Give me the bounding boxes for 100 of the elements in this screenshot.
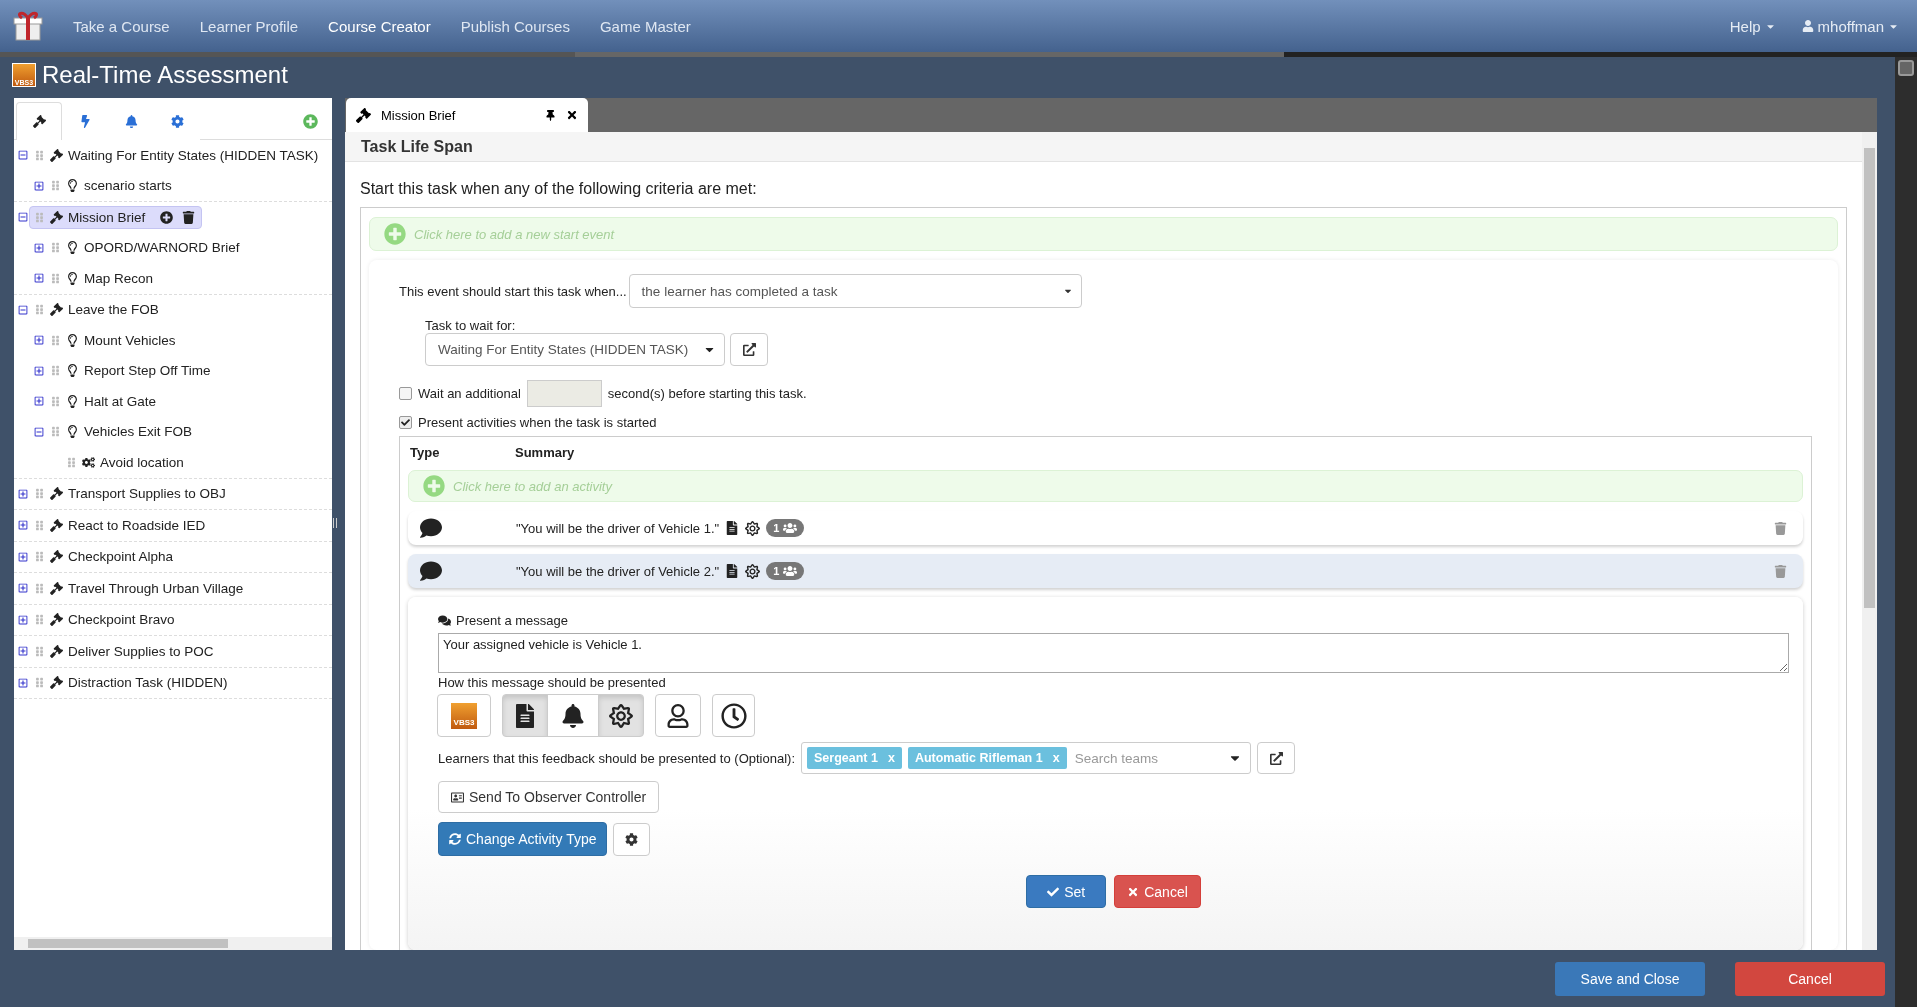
add-icon[interactable] — [160, 210, 174, 224]
collapse-icon[interactable] — [34, 426, 44, 437]
checkbox[interactable] — [399, 416, 412, 429]
drag-handle-icon[interactable] — [50, 272, 61, 284]
tree-item-label[interactable]: Checkpoint Alpha — [68, 549, 174, 565]
nav-link[interactable]: Learner Profile — [199, 17, 299, 35]
drag-handle-icon[interactable] — [34, 582, 45, 594]
expand-icon[interactable] — [18, 488, 28, 499]
pin-icon[interactable] — [545, 109, 556, 121]
tree-item-label[interactable]: scenario starts — [84, 178, 172, 194]
expand-icon[interactable] — [18, 551, 28, 562]
add-activity-text: Click here to add an activity — [453, 478, 612, 494]
gavel-icon — [50, 210, 63, 224]
drag-handle-icon[interactable] — [34, 211, 45, 223]
open-link-button[interactable] — [730, 333, 768, 366]
drag-handle-icon[interactable] — [34, 304, 45, 316]
expand-icon[interactable] — [18, 646, 28, 657]
drag-handle-icon[interactable] — [50, 395, 61, 407]
tree-item-label[interactable]: React to Roadside IED — [68, 517, 206, 533]
mode-toggle-button[interactable] — [547, 694, 599, 737]
expand-icon[interactable] — [34, 273, 44, 284]
nav-link[interactable]: Publish Courses — [460, 17, 570, 35]
expand-icon[interactable] — [34, 335, 44, 346]
observer-controller-button[interactable]: Send To Observer Controller — [438, 781, 660, 813]
presentation-label: How this message should be presented — [438, 675, 666, 690]
nav-link[interactable]: Take a Course — [73, 17, 170, 35]
editor-tab[interactable]: Mission Brief — [346, 98, 588, 132]
condition-dropdown[interactable]: the learner has completed a task — [628, 274, 1082, 308]
trash-icon[interactable] — [182, 210, 196, 224]
expand-icon[interactable] — [18, 583, 28, 594]
tree-item-label[interactable]: Report Step Off Time — [84, 363, 211, 379]
message-textarea[interactable]: Your assigned vehicle is Vehicle 1. — [438, 633, 1789, 673]
drag-handle-icon[interactable] — [66, 456, 77, 468]
drag-handle-icon[interactable] — [34, 551, 45, 563]
cancel-button[interactable]: Cancel — [1114, 875, 1201, 908]
expand-icon[interactable] — [34, 180, 44, 191]
mode-toggle-button[interactable] — [502, 694, 548, 737]
drag-handle-icon[interactable] — [50, 242, 61, 254]
drag-handle-icon[interactable] — [50, 365, 61, 377]
cancel-button[interactable]: Cancel — [1735, 961, 1885, 996]
tag-label: Automatic Rifleman 1 — [914, 751, 1043, 765]
save-and-close-button[interactable]: Save and Close — [1555, 961, 1705, 996]
tree-item-label[interactable]: Checkpoint Bravo — [68, 612, 175, 628]
tree-item-label[interactable]: Halt at Gate — [84, 393, 157, 409]
tree-item-label[interactable]: Map Recon — [84, 270, 154, 286]
collapse-icon[interactable] — [18, 150, 28, 161]
nav-link[interactable]: Game Master — [599, 17, 691, 35]
check-icon — [1047, 885, 1060, 898]
expand-icon[interactable] — [18, 614, 28, 625]
set-button[interactable]: Set — [1026, 875, 1107, 908]
mode-toggle-button[interactable] — [598, 694, 644, 737]
tab-label[interactable]: Mission Brief — [381, 107, 456, 123]
tree-item-highlight[interactable]: Mission Brief — [29, 205, 203, 229]
drag-handle-icon[interactable] — [50, 180, 61, 192]
expand-icon[interactable] — [34, 396, 44, 407]
close-icon[interactable] — [566, 109, 578, 121]
change-activity-type-button[interactable]: Change Activity Type — [438, 822, 608, 856]
tree-item-label[interactable]: OPORD/WARNORD Brief — [84, 240, 240, 256]
drag-handle-icon[interactable] — [50, 426, 61, 438]
user-menu[interactable]: mhoffman — [1801, 17, 1899, 35]
drag-handle-icon[interactable] — [34, 645, 45, 657]
collapse-icon[interactable] — [18, 212, 28, 223]
activity-summary: "You will be the driver of Vehicle 1." — [516, 520, 720, 536]
task-dropdown[interactable]: Waiting For Entity States (HIDDEN TASK) — [425, 333, 725, 366]
activity-row[interactable]: "You will be the driver of Vehicle 2." 1 — [408, 554, 1803, 588]
expand-icon[interactable] — [34, 242, 44, 253]
lightbulb-icon — [66, 271, 79, 285]
tree-item-label[interactable]: Deliver Supplies to POC — [68, 643, 214, 659]
settings-button[interactable] — [613, 822, 651, 856]
activity-row[interactable]: "You will be the driver of Vehicle 1." 1 — [408, 511, 1803, 545]
tree-item-label[interactable]: Mission Brief — [68, 209, 146, 225]
drag-handle-icon[interactable] — [34, 677, 45, 689]
drag-handle-icon[interactable] — [34, 149, 45, 161]
tree-item-label[interactable]: Transport Supplies to OBJ — [68, 486, 226, 502]
vertical-scrollbar[interactable] — [1862, 132, 1877, 950]
drag-handle-icon[interactable] — [34, 614, 45, 626]
checkbox[interactable] — [399, 387, 412, 400]
tree-item-label[interactable]: Avoid location — [100, 454, 184, 470]
mode-toggle-button[interactable] — [712, 694, 755, 737]
collapse-icon[interactable] — [18, 304, 28, 315]
drag-handle-icon[interactable] — [50, 334, 61, 346]
tree-item-label[interactable]: Vehicles Exit FOB — [84, 424, 193, 440]
vbs-mode-button[interactable]: VBS3 — [437, 694, 491, 737]
help-menu[interactable]: Help — [1729, 17, 1776, 35]
expand-icon[interactable] — [18, 520, 28, 531]
open-link-button[interactable] — [1257, 742, 1295, 774]
drag-handle-icon[interactable] — [34, 519, 45, 531]
tree-item-label[interactable]: Travel Through Urban Village — [68, 580, 244, 596]
drag-handle-icon[interactable] — [34, 488, 45, 500]
horizontal-scrollbar[interactable] — [14, 937, 332, 950]
tree-item-label[interactable]: Mount Vehicles — [84, 332, 176, 348]
tree-item-label[interactable]: Waiting For Entity States (HIDDEN TASK) — [68, 147, 319, 163]
tree-item-label[interactable]: Distraction Task (HIDDEN) — [68, 675, 228, 691]
nav-link[interactable]: Course Creator — [328, 17, 431, 35]
mode-toggle-button[interactable] — [655, 694, 701, 737]
sidebar-tab[interactable] — [16, 102, 62, 140]
expand-icon[interactable] — [18, 677, 28, 688]
expand-icon[interactable] — [34, 365, 44, 376]
resize-handle[interactable] — [333, 518, 337, 528]
tree-item-label[interactable]: Leave the FOB — [68, 302, 159, 318]
